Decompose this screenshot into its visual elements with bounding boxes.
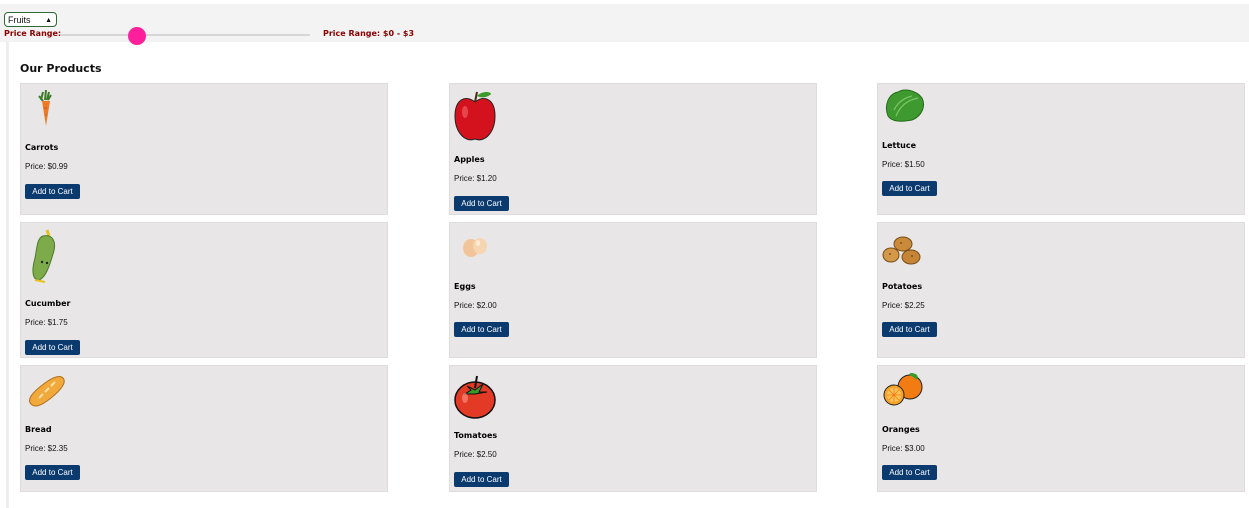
add-to-cart-button[interactable]: Add to Cart — [454, 196, 509, 211]
add-to-cart-button[interactable]: Add to Cart — [882, 322, 937, 337]
product-price: Price: $2.35 — [25, 444, 68, 453]
eggs-icon — [463, 238, 487, 257]
oranges-icon — [883, 373, 923, 406]
price-range-label: Price Range: — [4, 29, 62, 38]
product-card-apples: Apples Price: $1.20 Add to Cart — [449, 83, 817, 215]
carrot-icon — [38, 90, 52, 126]
product-name: Bread — [25, 425, 52, 434]
product-price: Price: $2.25 — [882, 301, 925, 310]
price-range-display: Price Range: $0 - $3 — [323, 29, 415, 38]
add-to-cart-button[interactable]: Add to Cart — [454, 472, 509, 487]
cucumber-icon — [32, 229, 56, 283]
add-to-cart-button[interactable]: Add to Cart — [25, 184, 80, 199]
product-card-lettuce: Lettuce Price: $1.50 Add to Cart — [877, 83, 1245, 215]
price-slider-track[interactable] — [60, 34, 310, 36]
product-name: Lettuce — [882, 141, 917, 150]
lettuce-icon — [885, 89, 925, 122]
category-select[interactable]: Fruits ▲ — [4, 12, 57, 27]
product-name: Eggs — [454, 282, 476, 291]
product-name: Potatoes — [882, 282, 923, 291]
add-to-cart-button[interactable]: Add to Cart — [454, 322, 509, 337]
product-name: Apples — [454, 155, 485, 164]
add-to-cart-button[interactable]: Add to Cart — [25, 340, 80, 355]
product-price: Price: $2.00 — [454, 301, 497, 310]
price-slider-thumb[interactable] — [128, 27, 146, 45]
product-card-cucumber: Cucumber Price: $1.75 Add to Cart — [20, 222, 388, 358]
chevron-updown-icon: ▲ — [45, 17, 52, 24]
product-name: Carrots — [25, 143, 59, 152]
products-heading: Our Products — [20, 62, 102, 75]
product-price: Price: $3.00 — [882, 444, 925, 453]
filter-bar: Fruits ▲ Price Range: Price Range: $0 - … — [0, 4, 1249, 45]
product-price: Price: $0.99 — [25, 162, 68, 171]
product-name: Oranges — [882, 425, 920, 434]
add-to-cart-button[interactable]: Add to Cart — [25, 465, 80, 480]
product-name: Tomatoes — [454, 431, 498, 440]
add-to-cart-button[interactable]: Add to Cart — [882, 181, 937, 196]
tomato-icon — [454, 375, 496, 419]
product-card-oranges: Oranges Price: $3.00 Add to Cart — [877, 365, 1245, 492]
product-card-tomatoes: Tomatoes Price: $2.50 Add to Cart — [449, 365, 817, 492]
product-card-bread: Bread Price: $2.35 Add to Cart — [20, 365, 388, 492]
left-divider — [6, 42, 9, 508]
product-price: Price: $1.50 — [882, 160, 925, 169]
product-price: Price: $1.20 — [454, 174, 497, 183]
category-select-value: Fruits — [8, 15, 31, 25]
product-card-eggs: Eggs Price: $2.00 Add to Cart — [449, 222, 817, 358]
product-name: Cucumber — [25, 299, 71, 308]
potatoes-icon — [882, 236, 921, 265]
product-card-carrots: Carrots Price: $0.99 Add to Cart — [20, 83, 388, 215]
product-price: Price: $2.50 — [454, 450, 497, 459]
apple-icon — [454, 91, 496, 141]
product-price: Price: $1.75 — [25, 318, 68, 327]
product-card-potatoes: Potatoes Price: $2.25 Add to Cart — [877, 222, 1245, 358]
bread-icon — [28, 375, 65, 407]
add-to-cart-button[interactable]: Add to Cart — [882, 465, 937, 480]
